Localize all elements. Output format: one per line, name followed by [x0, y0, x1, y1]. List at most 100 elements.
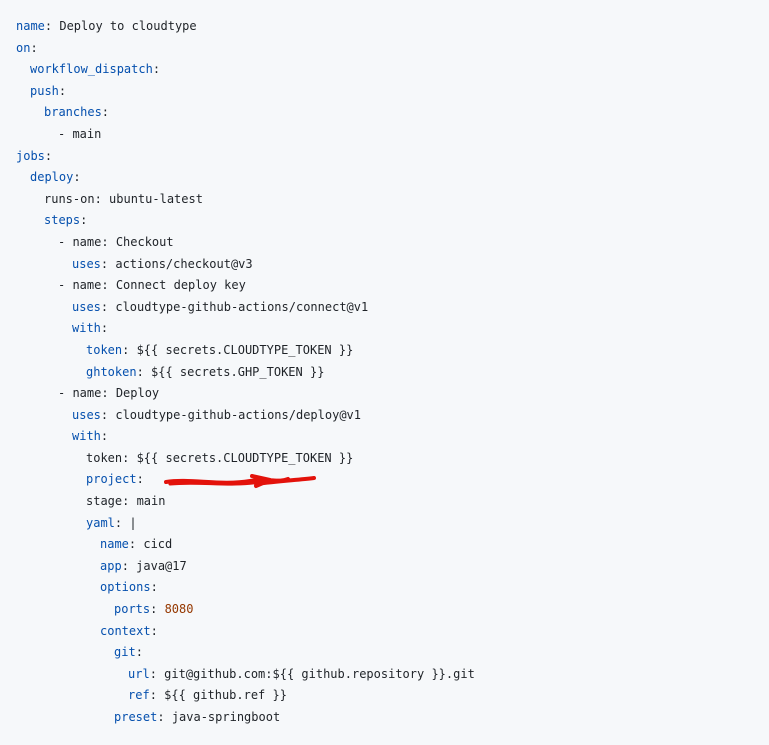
yaml-key: ref: [128, 688, 150, 703]
code-line: uses: actions/checkout@v3: [16, 254, 769, 276]
yaml-key: jobs: [16, 148, 45, 163]
yaml-key: uses: [72, 256, 101, 271]
code-text: - main: [58, 126, 102, 141]
code-line: context:: [16, 621, 769, 643]
yaml-key: runs-on: [44, 191, 95, 206]
yaml-colon: :: [149, 688, 165, 703]
yaml-colon: :: [73, 170, 81, 185]
code-line: with:: [16, 426, 769, 448]
yaml-key: with: [72, 429, 101, 444]
yaml-key: branches: [44, 105, 102, 120]
yaml-key: workflow_dispatch: [30, 62, 153, 77]
yaml-colon: :: [100, 407, 116, 422]
code-line: steps:: [16, 210, 769, 232]
yaml-value: java@17: [136, 558, 187, 573]
yaml-value: ${{ secrets.CLOUDTYPE_TOKEN }}: [136, 450, 354, 465]
code-line: with:: [16, 318, 769, 340]
yaml-colon: :: [121, 558, 137, 573]
code-line: - main: [16, 124, 769, 146]
yaml-key: token: [86, 342, 123, 357]
yaml-key: - name: [58, 234, 102, 249]
yaml-value: |: [129, 515, 137, 530]
yaml-key: steps: [44, 213, 81, 228]
code-block: name: Deploy to cloudtype on: workflow_dis…: [0, 0, 769, 745]
yaml-colon: :: [101, 234, 116, 249]
code-line: ref: ${{ github.ref }}: [16, 685, 769, 707]
code-line: stage: main: [16, 491, 769, 513]
code-line: jobs:: [16, 146, 769, 168]
code-line: - name: Deploy: [16, 383, 769, 405]
yaml-colon: :: [44, 148, 53, 163]
yaml-colon: :: [80, 213, 88, 228]
yaml-key: - name: [58, 278, 102, 293]
yaml-key: url: [128, 666, 150, 681]
yaml-value: actions/checkout@v3: [115, 256, 253, 271]
yaml-key: project: [86, 472, 137, 487]
yaml-key: push: [30, 83, 59, 98]
yaml-colon: :: [100, 321, 109, 336]
yaml-value: ubuntu-latest: [109, 191, 203, 206]
code-line: uses: cloudtype-github-actions/connect@v…: [16, 297, 769, 319]
yaml-key: options: [100, 580, 151, 595]
code-line: preset: java-springboot: [16, 707, 769, 729]
yaml-value: cloudtype-github-actions/connect@v1: [115, 299, 369, 314]
yaml-key: with: [72, 321, 101, 336]
yaml-value: ${{ secrets.CLOUDTYPE_TOKEN }}: [136, 342, 354, 357]
yaml-key: stage: [86, 494, 123, 509]
yaml-value: ${{ secrets.GHP_TOKEN }}: [151, 364, 325, 379]
yaml-colon: :: [122, 494, 137, 509]
code-line: - name: Checkout: [16, 232, 769, 254]
yaml-colon: :: [136, 364, 152, 379]
code-line: ports: 8080: [16, 599, 769, 621]
yaml-colon: :: [157, 710, 172, 724]
yaml-colon: :: [101, 386, 116, 401]
yaml-value: cicd: [143, 537, 173, 552]
yaml-colon: :: [100, 256, 116, 271]
yaml-key: ports: [114, 602, 151, 617]
yaml-colon: :: [94, 191, 110, 206]
yaml-key: preset: [114, 710, 158, 724]
yaml-colon: :: [149, 666, 165, 681]
yaml-colon: :: [122, 450, 137, 465]
yaml-colon: :: [152, 62, 161, 77]
yaml-colon: :: [150, 580, 158, 595]
yaml-colon: :: [58, 83, 67, 98]
code-line: deploy:: [16, 167, 769, 189]
yaml-colon: :: [100, 429, 109, 444]
yaml-colon: :: [44, 19, 60, 33]
yaml-value: cloudtype-github-actions/deploy@v1: [115, 407, 361, 422]
code-line: push:: [16, 81, 769, 103]
yaml-colon: :: [101, 105, 110, 120]
yaml-value: 8080: [164, 602, 194, 617]
code-line: branches:: [16, 102, 769, 124]
code-line: - name: Connect deploy key: [16, 275, 769, 297]
yaml-colon: :: [135, 645, 143, 660]
yaml-colon: :: [128, 537, 144, 552]
code-line: workflow_dispatch:: [16, 59, 769, 81]
yaml-key: context: [100, 623, 151, 638]
yaml-colon: :: [150, 623, 158, 638]
code-line: url: git@github.com:${{ github.repositor…: [16, 664, 769, 686]
yaml-value: main: [136, 494, 166, 509]
yaml-key: name: [100, 537, 129, 552]
yaml-code: name: Deploy to cloudtype on: workflow_dis…: [16, 16, 769, 729]
code-line: git:: [16, 642, 769, 664]
code-line: on:: [16, 38, 769, 60]
yaml-value: git@github.com:${{ github.repository }}.…: [164, 666, 475, 681]
yaml-key: app: [100, 558, 122, 573]
code-line: token: ${{ secrets.CLOUDTYPE_TOKEN }}: [16, 448, 769, 470]
yaml-value: ${{ github.ref }}: [164, 688, 287, 703]
yaml-value: Deploy to cloudtype: [59, 19, 197, 33]
yaml-value: java-springboot: [171, 710, 281, 724]
code-line: ghtoken: ${{ secrets.GHP_TOKEN }}: [16, 362, 769, 384]
code-line: runs-on: ubuntu-latest: [16, 189, 769, 211]
yaml-colon: :: [101, 278, 116, 293]
yaml-colon: :: [122, 342, 137, 357]
yaml-key: token: [86, 450, 123, 465]
yaml-value: Deploy: [115, 386, 160, 401]
yaml-key: uses: [72, 407, 101, 422]
yaml-key: git: [114, 645, 136, 660]
yaml-colon: :: [30, 40, 38, 55]
code-line: yaml: |: [16, 513, 769, 535]
code-line: project:: [16, 469, 769, 491]
